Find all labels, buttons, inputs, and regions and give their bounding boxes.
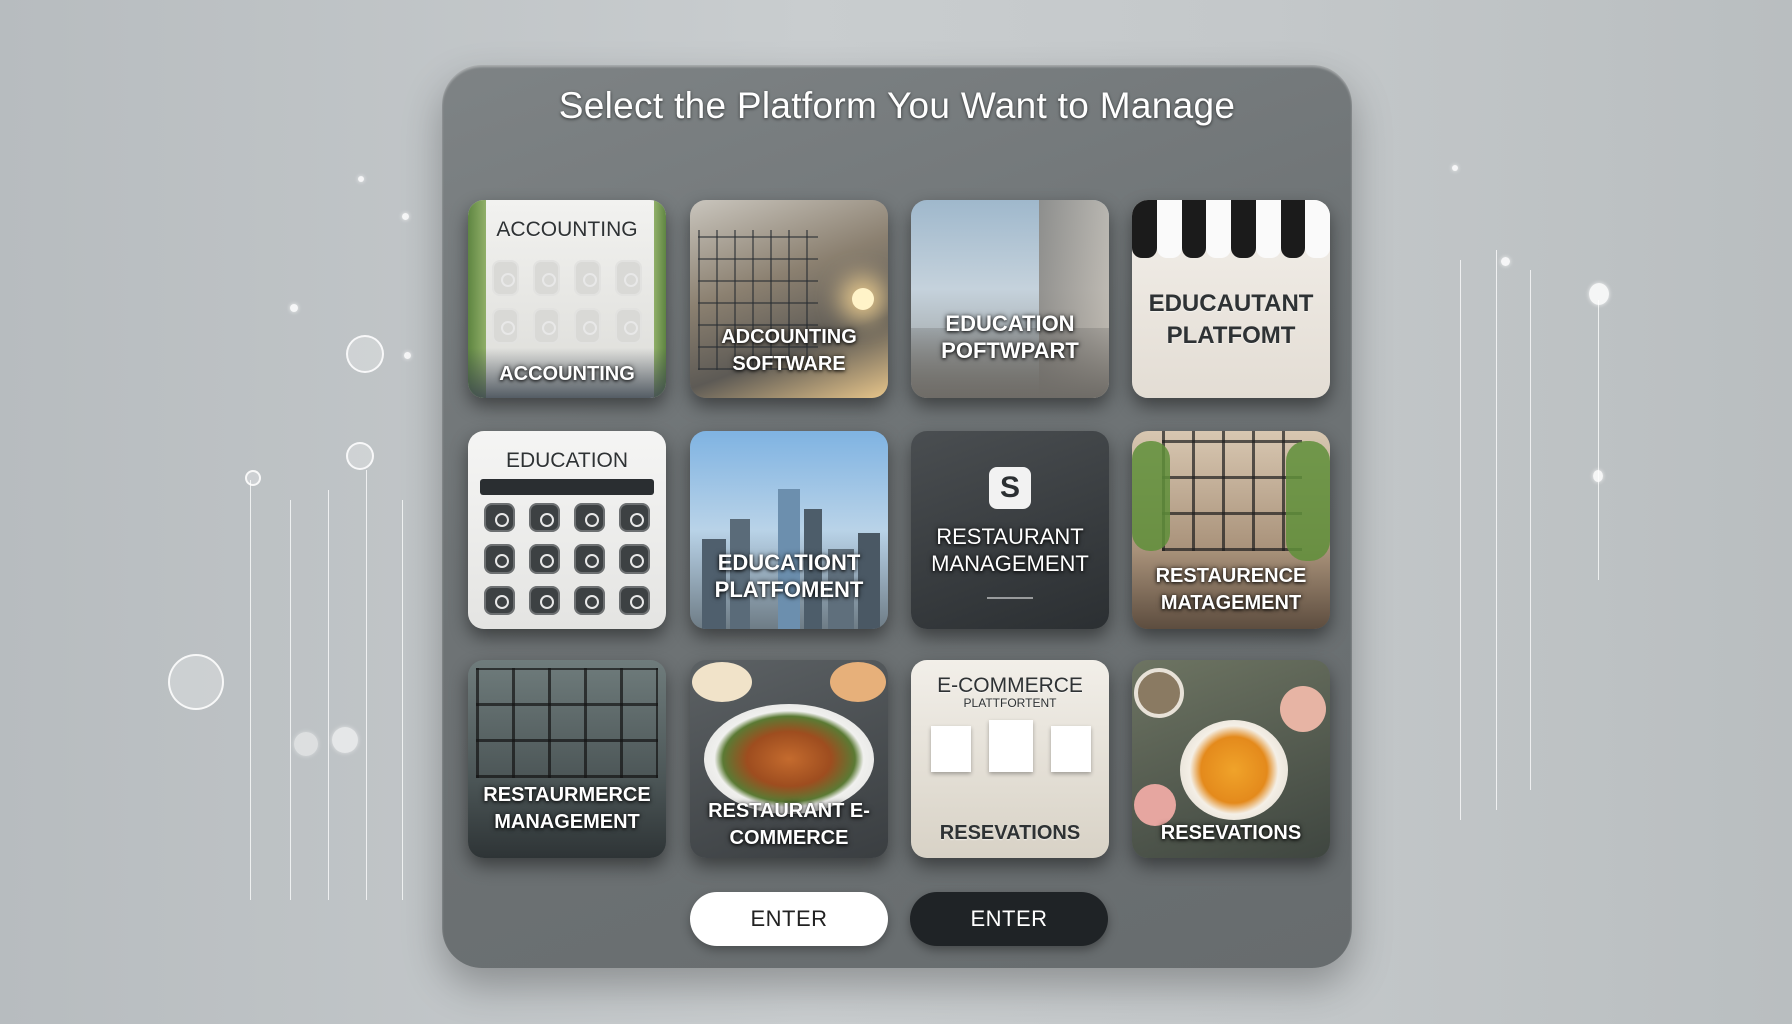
tile-restaurence-matagement[interactable]: Restaurence Matagement: [1132, 431, 1330, 629]
enter-button-dark[interactable]: Enter: [910, 892, 1108, 946]
restaurant-window-icon: [476, 668, 658, 778]
education-grid-icon: [484, 503, 650, 615]
tile-adcounting-software[interactable]: Adcounting Software: [690, 200, 888, 398]
restaurant-interior-icon: [1162, 431, 1302, 551]
tile-accounting-top-label: Accounting: [496, 218, 638, 241]
tile-educautant-platfomt-label: Educautant Platfomt: [1148, 290, 1314, 349]
tile-restaurant-management[interactable]: S Restaurant Management: [911, 431, 1109, 629]
tile-resevations[interactable]: Resevations: [1132, 660, 1330, 858]
tile-accounting-label: Accounting: [499, 363, 635, 385]
tile-educationt-platfoment-label: Educationt Platfoment: [714, 550, 864, 602]
tile-e-commerce[interactable]: E-Commerce Plattfortent Resevations: [911, 660, 1109, 858]
tile-restaurence-matagement-label: Restaurence Matagement: [1155, 565, 1307, 614]
tile-education-poftwpart[interactable]: Education Poftwpart: [911, 200, 1109, 398]
tile-accounting[interactable]: Accounting Accounting: [468, 200, 666, 398]
enter-button-light[interactable]: Enter: [690, 892, 888, 946]
food-bowl-icon: [1180, 720, 1288, 820]
platform-selection-panel: Select the Platform You Want to Manage A…: [442, 65, 1352, 968]
tile-educationt-platfoment[interactable]: Educationt Platfoment: [690, 431, 888, 629]
tile-education-top-label: Education: [505, 449, 629, 472]
tile-restaurant-management-label: Restaurant Management: [931, 524, 1089, 576]
page-title: Select the Platform You Want to Manage: [558, 85, 1236, 126]
tile-restaurmerce-management-label: Restaurmerce Management: [483, 784, 651, 833]
tile-restaurmerce-management[interactable]: Restaurmerce Management: [468, 660, 666, 858]
tile-resevations-label: Resevations: [1160, 822, 1302, 844]
tile-educautant-platfomt[interactable]: Educautant Platfomt: [1132, 200, 1330, 398]
ecommerce-gallery-icon: [931, 720, 1091, 780]
tile-restaurant-e-commerce-label: Restaurant E-Commerce: [708, 800, 870, 849]
tile-e-commerce-sub-label: Plattfortent: [963, 696, 1057, 710]
tile-restaurant-e-commerce[interactable]: Restaurant E-Commerce: [690, 660, 888, 858]
storefront-awning-icon: [1132, 200, 1330, 258]
tile-education[interactable]: Education: [468, 431, 666, 629]
tile-education-poftwpart-label: Education Poftwpart: [941, 311, 1079, 363]
tile-e-commerce-label: Resevations: [939, 822, 1081, 844]
tile-adcounting-software-label: Adcounting Software: [721, 326, 857, 375]
s-logo-icon: S: [989, 467, 1031, 509]
tile-e-commerce-top-label: E-Commerce: [937, 674, 1083, 697]
accounting-grid-icon: [492, 260, 642, 344]
